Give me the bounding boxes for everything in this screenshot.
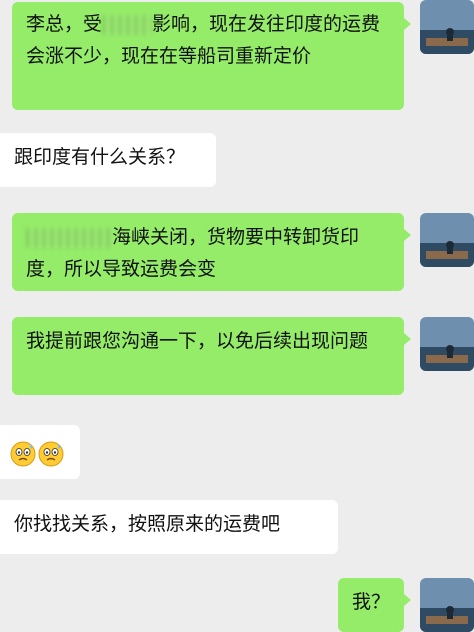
incoming-message-6[interactable]: 你找找关系，按照原来的运费吧	[0, 500, 338, 554]
avatar[interactable]	[420, 213, 474, 267]
outgoing-message-3[interactable]: 海峡关闭，货物要中转卸货印度，所以导致运费会变	[12, 213, 411, 291]
flushed-face-icon	[38, 441, 64, 466]
censored-text	[26, 227, 112, 248]
avatar-seascape-icon	[420, 0, 474, 54]
outgoing-message-1[interactable]: 李总，受 影响，现在发往印度的运费会涨不少，现在在等船司重新定价	[12, 2, 411, 110]
message-text: 跟印度有什么关系？	[14, 146, 186, 168]
avatar-seascape-icon	[420, 317, 474, 371]
avatar[interactable]	[420, 0, 474, 54]
message-text: 我？	[352, 591, 391, 613]
message-text: 我提前跟您沟通一下，以免后续出现问题	[26, 330, 369, 352]
message-text: 李总，受	[26, 13, 103, 35]
avatar-seascape-icon	[420, 213, 474, 267]
avatar[interactable]	[420, 317, 474, 371]
message-text: 你找找关系，按照原来的运费吧	[14, 513, 281, 535]
avatar-seascape-icon	[420, 578, 474, 632]
incoming-message-5[interactable]	[0, 425, 80, 479]
flushed-face-icon	[10, 441, 36, 466]
outgoing-message-4[interactable]: 我提前跟您沟通一下，以免后续出现问题	[12, 317, 411, 395]
avatar[interactable]	[420, 578, 474, 632]
incoming-message-2[interactable]: 跟印度有什么关系？	[0, 133, 216, 187]
outgoing-message-7[interactable]: 我？	[338, 578, 411, 632]
censored-text	[102, 14, 153, 35]
